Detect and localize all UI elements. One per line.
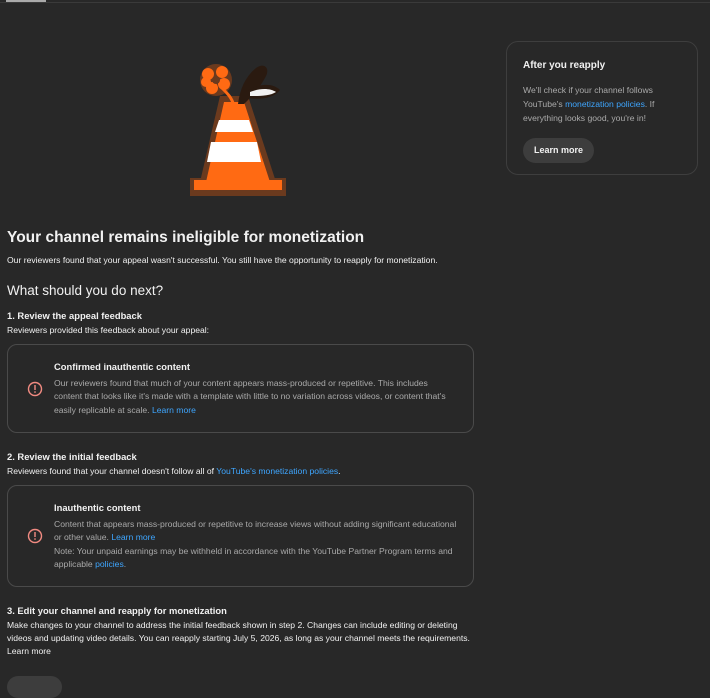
after-reapply-text: We'll check if your channel follows YouT… [523, 85, 655, 123]
initial-feedback-text: Content that appears mass-produced or re… [54, 519, 457, 543]
appeal-feedback-card: Confirmed inauthentic content Our review… [7, 344, 474, 433]
main-content: Your channel remains ineligible for mone… [7, 229, 477, 658]
initial-learn-more-link[interactable]: Learn more [111, 532, 155, 542]
learn-more-button[interactable]: Learn more [523, 138, 595, 163]
appeal-learn-more-link[interactable]: Learn more [152, 405, 196, 415]
reapply-button[interactable] [7, 676, 62, 698]
step3-title: 3. Edit your channel and reapply for mon… [7, 605, 227, 616]
traffic-cone-icon [190, 64, 286, 196]
policies-link[interactable]: policies [95, 559, 124, 569]
top-tab-bar [0, 0, 710, 3]
error-circle-icon [27, 528, 43, 544]
step3-desc: Make changes to your channel to address … [7, 620, 470, 643]
appeal-feedback-title: Confirmed inauthentic content [54, 361, 190, 372]
page-subtitle: Our reviewers found that your appeal was… [7, 255, 438, 265]
unpaid-earnings-note: Note: Your unpaid earnings may be withhe… [54, 545, 453, 570]
step3-learn-more-link[interactable]: Learn more [7, 645, 477, 658]
appeal-feedback-text: Our reviewers found that much of your co… [54, 378, 446, 415]
step2-desc: Reviewers found that your channel doesn'… [7, 466, 341, 476]
youtube-monetization-policies-link[interactable]: YouTube's monetization policies [216, 466, 338, 476]
page-title: Your channel remains ineligible for mone… [7, 229, 365, 246]
after-reapply-title: After you reapply [523, 60, 606, 71]
monetization-policies-link[interactable]: monetization policies [565, 99, 645, 109]
next-steps-heading: What should you do next? [7, 283, 164, 298]
active-tab-indicator [6, 0, 46, 2]
after-reapply-card: After you reapply We'll check if your ch… [506, 41, 698, 175]
step1-title: 1. Review the appeal feedback [7, 310, 142, 321]
step1-desc: Reviewers provided this feedback about y… [7, 325, 210, 335]
error-circle-icon [27, 381, 43, 397]
initial-feedback-card: Inauthentic content Content that appears… [7, 485, 474, 587]
step2-title: 2. Review the initial feedback [7, 451, 137, 462]
initial-feedback-title: Inauthentic content [54, 502, 141, 513]
